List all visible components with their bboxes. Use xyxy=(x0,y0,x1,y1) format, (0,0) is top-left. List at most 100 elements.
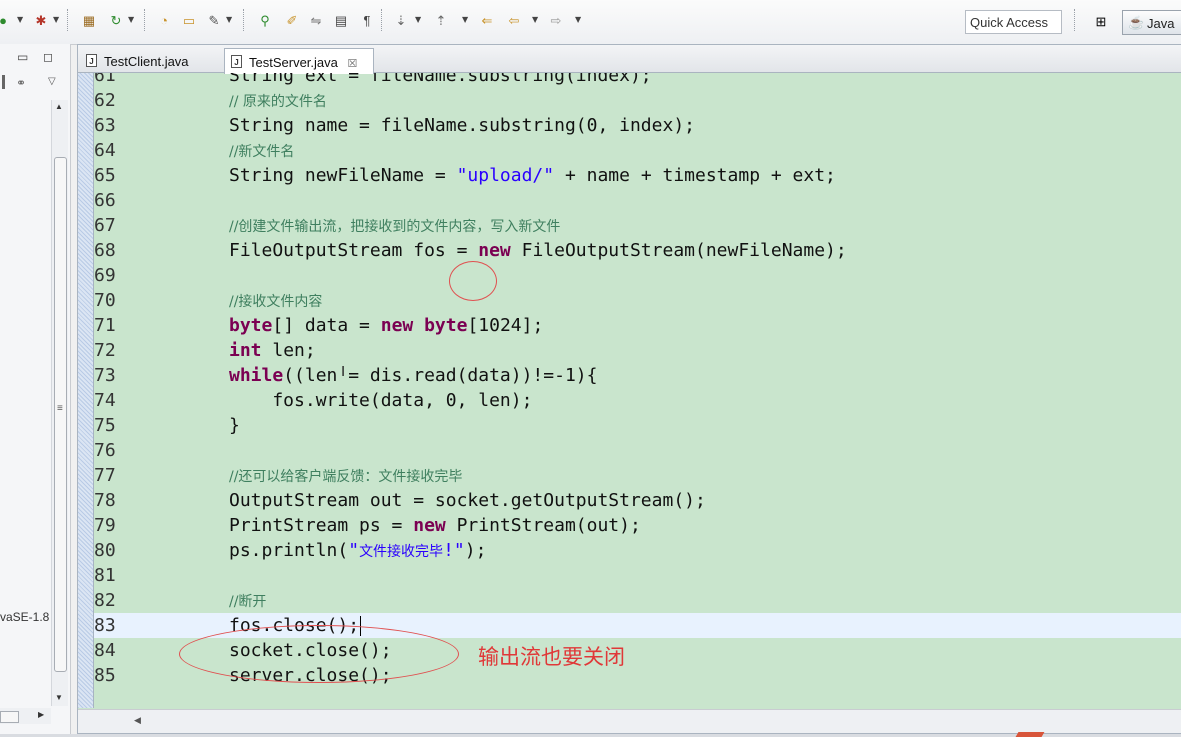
grip-icon: ≡ xyxy=(57,403,63,414)
code-line[interactable]: 65 String newFileName = "upload/" + name … xyxy=(94,163,1181,188)
prev-annotation-icon[interactable]: ⇡ xyxy=(432,11,450,29)
scroll-down-icon[interactable]: ▼ xyxy=(55,693,63,702)
back-icon[interactable]: ⇦ xyxy=(505,11,523,29)
quick-access-input[interactable]: Quick Access xyxy=(965,10,1062,34)
code-line[interactable]: 78 OutputStream out = socket.getOutputStr… xyxy=(94,488,1181,513)
code-token: [] data = xyxy=(272,315,381,336)
code-line[interactable]: 74 fos.write(data, 0, len); xyxy=(94,388,1181,413)
code-line[interactable]: 67 //创建文件输出流，把接收到的文件内容，写入新文件 xyxy=(94,213,1181,238)
code-line[interactable]: 70 //接收文件内容 xyxy=(94,288,1181,313)
code-token: PrintStream(out); xyxy=(445,515,641,536)
code-comment: //新文件名 xyxy=(229,140,294,161)
close-tab-icon[interactable]: ☒ xyxy=(348,58,358,70)
code-line[interactable]: 62 // 原来的文件名 xyxy=(94,88,1181,113)
code-line[interactable]: 81 xyxy=(94,563,1181,588)
string-literal: "upload/" xyxy=(456,165,555,186)
forward-icon[interactable]: ⇨ xyxy=(547,11,565,29)
code-line[interactable]: 72 int len; xyxy=(94,338,1181,363)
scrollbar-thumb[interactable]: ≡ xyxy=(54,157,67,672)
code-line[interactable]: 73 while((len = dis.read(data))!=-1){ xyxy=(94,363,1181,388)
comment-text: //新文件名 xyxy=(229,144,295,160)
edit-dropdown-icon[interactable]: ▼ xyxy=(226,15,232,24)
code-text: String newFileName = "upload/" + name + … xyxy=(229,165,836,186)
code-text: ps.println("文件接收完毕!"); xyxy=(229,540,486,561)
overview-ruler[interactable] xyxy=(78,73,94,708)
tab-testclient[interactable]: J TestClient.java xyxy=(80,48,220,73)
code-editor: J TestClient.java J TestServer.java ☒ 61… xyxy=(77,44,1181,734)
line-number: 74 xyxy=(94,390,116,411)
java-file-icon: J xyxy=(231,55,242,68)
line-number: 81 xyxy=(94,565,116,586)
java-perspective-button[interactable]: ☕ Java xyxy=(1122,10,1181,35)
back-dropdown-icon[interactable]: ▼ xyxy=(532,15,538,24)
tab-testserver[interactable]: J TestServer.java ☒ xyxy=(224,48,374,74)
line-number: 61 xyxy=(94,73,116,86)
line-number: 68 xyxy=(94,240,116,261)
line-number: 85 xyxy=(94,665,116,686)
code-text: byte[] data = new byte[1024]; xyxy=(229,315,543,336)
debug-dropdown-icon[interactable]: ▼ xyxy=(53,15,59,24)
code-token: FileOutputStream(newFileName); xyxy=(510,240,847,261)
debug-icon[interactable]: ✱ xyxy=(32,11,50,29)
code-line[interactable]: 80 ps.println("文件接收完毕!"); xyxy=(94,538,1181,563)
code-line[interactable]: 71 byte[] data = new byte[1024]; xyxy=(94,313,1181,338)
block-selection-icon[interactable]: ▤ xyxy=(332,11,350,29)
last-edit-icon[interactable]: ⇐ xyxy=(478,11,496,29)
run-dropdown-icon[interactable]: ▼ xyxy=(17,15,23,24)
minimize-icon[interactable]: ▭ xyxy=(17,50,28,64)
code-lines[interactable]: 61 String ext = fileName.substring(index)… xyxy=(94,73,1181,708)
vertical-scrollbar[interactable]: ▲ ≡ ▼ xyxy=(51,100,68,706)
line-number: 73 xyxy=(94,365,116,386)
string-text: 文件接收完毕 xyxy=(359,544,444,560)
annotation-icon[interactable]: ✐ xyxy=(283,11,301,29)
link-editor-icon[interactable]: ⚭ xyxy=(16,76,26,90)
code-line[interactable]: 77 //还可以给客户端反馈：文件接收完毕 xyxy=(94,463,1181,488)
whitespace-icon[interactable]: ¶ xyxy=(358,11,376,29)
open-perspective-icon[interactable]: ⊞ xyxy=(1090,11,1112,33)
new-dropdown-icon[interactable]: ▼ xyxy=(128,15,134,24)
run-icon[interactable]: ● xyxy=(0,11,12,29)
prev-annotation-dropdown-icon[interactable]: ▼ xyxy=(462,15,468,24)
next-annotation-icon[interactable]: ⇣ xyxy=(392,11,410,29)
scrollbar-thumb[interactable] xyxy=(0,711,19,723)
line-number: 83 xyxy=(94,615,116,636)
progress-indicator xyxy=(1015,732,1045,737)
view-menu-icon[interactable]: ▽ xyxy=(48,76,56,87)
search-icon[interactable]: ⚲ xyxy=(256,11,274,29)
code-line[interactable]: 64 //新文件名 xyxy=(94,138,1181,163)
code-line[interactable]: 63 String name = fileName.substring(0, in… xyxy=(94,113,1181,138)
edit-icon[interactable]: ✎ xyxy=(205,11,223,29)
code-line[interactable]: 75} xyxy=(94,413,1181,438)
code-line[interactable]: 76 xyxy=(94,438,1181,463)
horizontal-scrollbar[interactable]: ▶ xyxy=(0,708,51,724)
code-line[interactable]: 69 xyxy=(94,263,1181,288)
code-line[interactable]: 79 PrintStream ps = new PrintStream(out); xyxy=(94,513,1181,538)
line-number: 64 xyxy=(94,140,116,161)
new-java-project-icon[interactable]: ▦ xyxy=(80,11,98,29)
refresh-icon[interactable]: ↻ xyxy=(107,11,125,29)
editor-tab-bar: J TestClient.java J TestServer.java ☒ xyxy=(78,45,1181,74)
annotation-circle xyxy=(449,261,497,301)
toggle-icon[interactable]: ⇋ xyxy=(307,11,325,29)
scroll-up-icon[interactable]: ▲ xyxy=(55,102,63,111)
editor-horizontal-scrollbar[interactable]: ◀ xyxy=(78,709,1181,733)
jre-library-item[interactable]: vaSE-1.8 xyxy=(0,610,49,624)
collapse-bar-icon[interactable] xyxy=(2,75,5,89)
open-folder-icon[interactable]: ▭ xyxy=(180,11,198,29)
line-number: 67 xyxy=(94,215,116,236)
code-line[interactable]: 68 FileOutputStream fos = new FileOutputS… xyxy=(94,238,1181,263)
maximize-icon[interactable]: ◻ xyxy=(43,50,53,64)
next-annotation-dropdown-icon[interactable]: ▼ xyxy=(415,15,421,24)
code-line[interactable]: 82 //断开 xyxy=(94,588,1181,613)
code-line[interactable]: 61 String ext = fileName.substring(index)… xyxy=(94,73,1181,88)
forward-dropdown-icon[interactable]: ▼ xyxy=(575,15,581,24)
annotation-note: 输出流也要关闭 xyxy=(478,645,625,669)
code-line[interactable]: 66 xyxy=(94,188,1181,213)
keyword: while xyxy=(229,365,284,386)
scroll-left-icon[interactable]: ◀ xyxy=(134,715,141,726)
code-token: FileOutputStream fos = xyxy=(229,240,479,261)
open-type-icon[interactable]: ◔ xyxy=(155,11,173,29)
scroll-right-icon[interactable]: ▶ xyxy=(38,710,44,719)
comment-text: //创建文件输出流，把接收到的文件内容，写入新文件 xyxy=(229,219,561,235)
code-token: ); xyxy=(464,540,487,561)
